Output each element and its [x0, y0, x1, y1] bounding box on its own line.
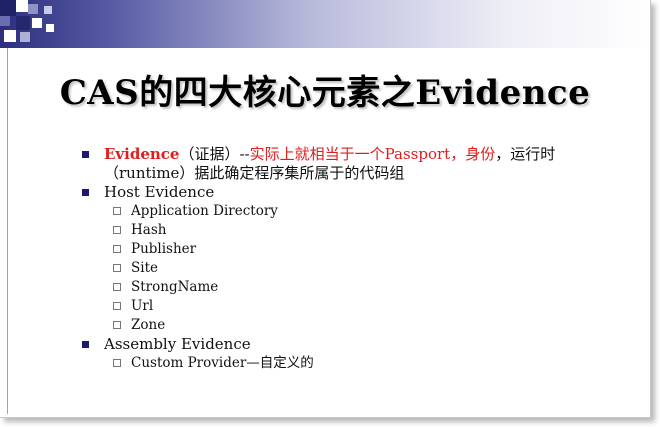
hollow-square-bullet-icon [113, 226, 121, 234]
sub-item: Publisher [82, 240, 622, 259]
sub-item-label: Hash [131, 222, 167, 238]
evidence-highlight: 实际上就相当于一个Passport，身份 [249, 145, 496, 163]
slide: CAS的四大核心元素之Evidence Evidence（证据）--实际上就相当… [0, 0, 651, 418]
evidence-rest: ，运行时 [495, 145, 556, 163]
bullet-item-evidence: Evidence（证据）--实际上就相当于一个Passport，身份，运行时 （… [82, 145, 622, 183]
sub-item: Zone [82, 316, 622, 335]
sub-item: Application Directory [82, 202, 622, 221]
bullet-item-assembly-evidence: Assembly Evidence [82, 335, 622, 354]
sub-item: Site [82, 259, 622, 278]
hollow-square-bullet-icon [113, 359, 121, 367]
bullet-list: Evidence（证据）--实际上就相当于一个Passport，身份，运行时 （… [82, 145, 622, 373]
sub-item-label: StrongName [131, 279, 219, 295]
sub-item: Hash [82, 221, 622, 240]
sub-item-label: Custom Provider—自定义的 [131, 355, 314, 371]
evidence-dashes: -- [239, 145, 250, 163]
hollow-square-bullet-icon [113, 321, 121, 329]
sub-item: Custom Provider—自定义的 [82, 354, 622, 373]
hollow-square-bullet-icon [113, 245, 121, 253]
hollow-square-bullet-icon [113, 302, 121, 310]
sub-item-label: Site [131, 260, 158, 276]
square-bullet-icon [82, 189, 89, 196]
slide-title: CAS的四大核心元素之Evidence [59, 73, 591, 113]
sub-item-label: Zone [131, 317, 166, 333]
sub-item-label: Publisher [131, 241, 197, 257]
bullet-item-host-evidence: Host Evidence [82, 183, 622, 202]
hollow-square-bullet-icon [113, 264, 121, 272]
evidence-paren: （证据） [179, 145, 240, 163]
hollow-square-bullet-icon [113, 283, 121, 291]
sub-item: StrongName [82, 278, 622, 297]
evidence-term: Evidence [104, 145, 180, 163]
host-evidence-label: Host Evidence [104, 183, 215, 201]
square-bullet-icon [82, 151, 89, 158]
square-bullet-icon [82, 341, 89, 348]
evidence-line2: （runtime）据此确定程序集所属于的代码组 [104, 164, 405, 182]
sub-item: Url [82, 297, 622, 316]
sub-item-label: Url [131, 298, 154, 314]
header-band [0, 0, 650, 48]
assembly-evidence-label: Assembly Evidence [104, 335, 251, 353]
hollow-square-bullet-icon [113, 207, 121, 215]
sub-item-label: Application Directory [131, 203, 278, 219]
